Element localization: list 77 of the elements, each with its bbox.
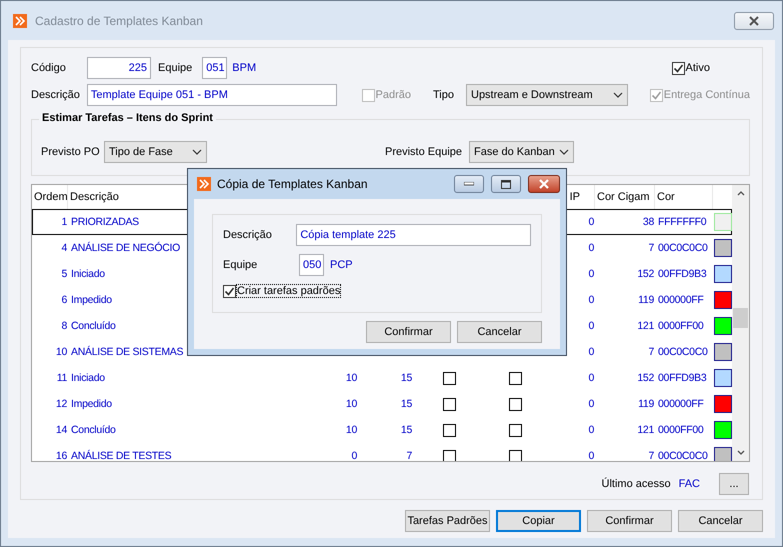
table-cell-text: 00FFD9B3 (657, 268, 708, 280)
ultimo-acesso-value: FAC (678, 478, 700, 490)
table-cell-text: 0 (587, 372, 595, 384)
table-cell-text: ANÁLISE DE SISTEMAS (70, 346, 184, 358)
table-cell-text: 1 (60, 216, 68, 228)
table-cell-text: 0 (587, 268, 595, 280)
field-label: Previsto Equipe (385, 146, 464, 158)
field-label: Equipe (158, 62, 192, 74)
window-title: Cadastro de Templates Kanban (35, 14, 204, 28)
table-cell-text: 0 (587, 424, 595, 436)
field-label: Equipe (223, 259, 258, 271)
field-label: Descrição (223, 229, 273, 241)
table-cell-text: 7 (647, 242, 655, 254)
table-cell-text: 12 (54, 398, 68, 410)
checkbox-label: Criar tarefas padrões (237, 285, 340, 297)
table-cell-text: 00FFD9B3 (657, 372, 708, 384)
table-cell-text: 10 (54, 346, 68, 358)
table-cell-text: 6 (60, 294, 68, 306)
table-cell-text: 15 (400, 398, 413, 410)
table-cell-text: Iniciado (70, 268, 106, 280)
group-title: Estimar Tarefas – Itens do Sprint (39, 112, 216, 124)
table-cell-text: 119 (637, 294, 655, 306)
table-cell-text: 4 (60, 242, 68, 254)
field-label: Último acesso (602, 478, 671, 490)
table-cell-text: 000000FF (657, 398, 704, 410)
table-cell-text: 152 (636, 268, 655, 280)
table-cell-text: Impedido (70, 294, 113, 306)
table-cell-text: 8 (60, 320, 68, 332)
table-cell-text: 38 (642, 216, 655, 228)
table-cell-text: ANÁLISE DE TESTES (70, 450, 172, 461)
table-cell-text: Concluído (70, 320, 117, 332)
table-cell-text: 121 (636, 424, 655, 436)
table-cell-text: ANÁLISE DE NEGÓCIO (70, 242, 181, 254)
field-label: Código (31, 62, 67, 74)
table-cell-text: 10 (344, 372, 358, 384)
table-cell-text: 5 (60, 268, 68, 280)
table-cell-text: Concluído (70, 424, 117, 436)
table-cell-text: 119 (637, 398, 655, 410)
table-cell-text: 15 (400, 372, 413, 384)
table-cell-text: 000000FF (657, 294, 704, 306)
field-label: Descrição (31, 89, 81, 101)
table-cell-text: 7 (405, 450, 413, 461)
table-cell-text: Iniciado (70, 372, 106, 384)
checkbox-label: Entrega Contínua (664, 89, 750, 101)
table-cell-text: 152 (636, 372, 655, 384)
table-cell-text: 00C0C0C0 (657, 242, 709, 254)
table-cell-text: 0 (587, 398, 595, 410)
table-cell-text: 7 (647, 450, 655, 461)
table-cell-text: FFFFFFF0 (657, 216, 708, 228)
table-cell-text: 14 (54, 424, 68, 436)
table-cell-text: 10 (344, 398, 358, 410)
table-cell-text: 0 (587, 450, 595, 461)
table-cell-text: 0 (587, 216, 595, 228)
table-cell-text: 0 (587, 242, 595, 254)
table-cell-text: 7 (647, 346, 655, 358)
table-cell-text: Impedido (70, 398, 113, 410)
dialog-title: Cópia de Templates Kanban (217, 177, 369, 191)
field-label: Previsto PO (41, 146, 101, 158)
table-cell-text: 15 (400, 424, 413, 436)
table-cell-text: 11 (56, 372, 68, 384)
table-cell-text: 00C0C0C0 (657, 346, 709, 358)
equipe-name: PCP (330, 259, 353, 271)
table-cell-text: 121 (636, 320, 655, 332)
table-cell-text: 0 (350, 450, 358, 461)
table-cell-text: 16 (54, 450, 68, 461)
table-cell-text: 0000FF00 (657, 320, 704, 332)
table-cell-text: 10 (344, 424, 358, 436)
table-cell-text: 0 (587, 294, 595, 306)
checkbox-label: Ativo (686, 62, 710, 74)
table-cell-text: 0000FF00 (657, 424, 704, 436)
table-cell-text: 0 (587, 320, 595, 332)
checkbox-label: Padrão (376, 89, 411, 101)
field-label: Tipo (433, 89, 454, 101)
equipe-name: BPM (232, 62, 256, 74)
table-cell-text: 0 (587, 346, 595, 358)
table-cell-text: 00C0C0C0 (657, 450, 709, 461)
table-cell-text: PRIORIZADAS (70, 216, 140, 228)
